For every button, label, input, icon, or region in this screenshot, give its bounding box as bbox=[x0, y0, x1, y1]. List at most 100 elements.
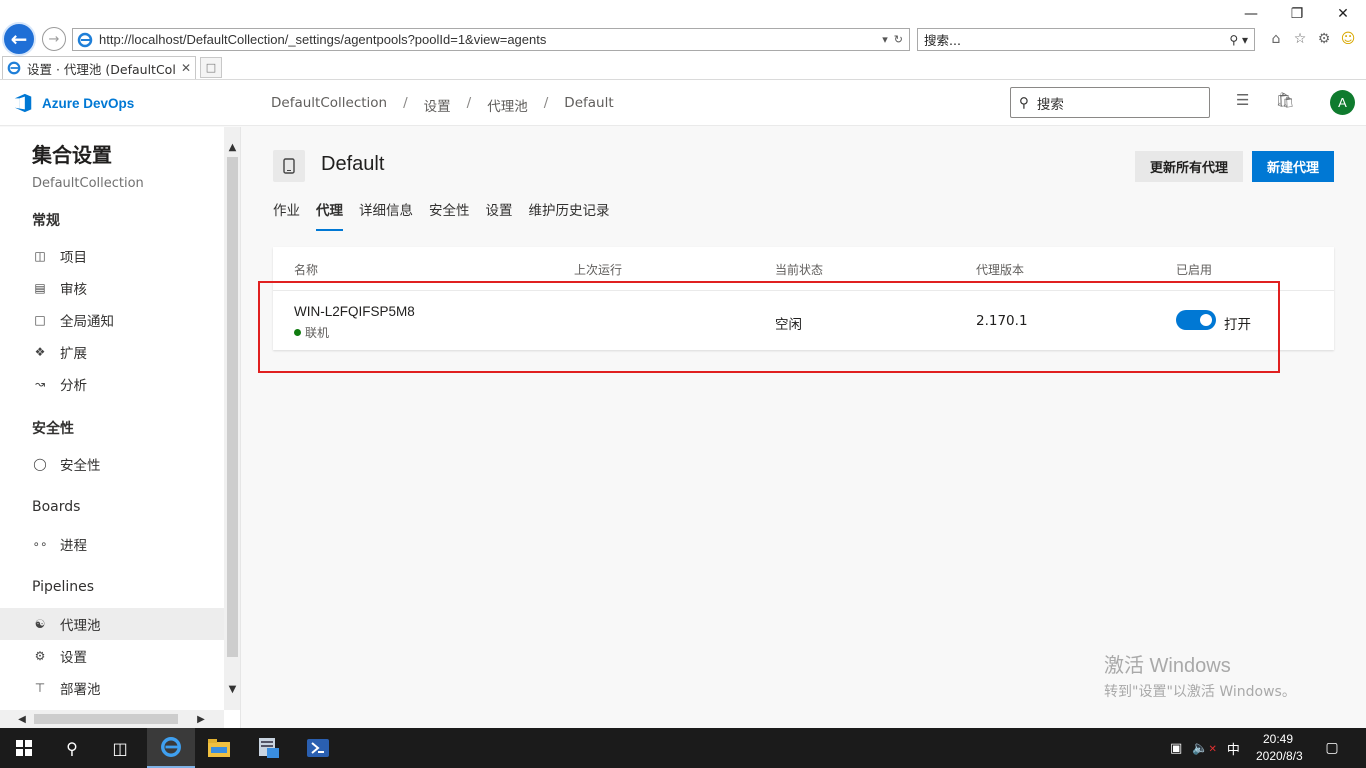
internet-explorer-icon[interactable] bbox=[147, 728, 195, 768]
sidebar-item-label: 设置 bbox=[60, 650, 87, 666]
ado-header: Azure DevOps DefaultCollection / 设置 / 代理… bbox=[0, 80, 1366, 126]
sidebar-item-label: 扩展 bbox=[60, 346, 87, 362]
start-button[interactable] bbox=[0, 728, 48, 768]
search-icon[interactable]: ⚲ ▾ bbox=[1229, 33, 1254, 47]
tab-settings[interactable]: 设置 bbox=[486, 199, 513, 231]
sidebar-item-security[interactable]: ◯ 安全性 bbox=[0, 448, 224, 480]
notifications-icon: □ bbox=[34, 313, 46, 327]
sidebar-vertical-scrollbar[interactable]: ▲ ▼ bbox=[224, 127, 240, 710]
page-title: Default bbox=[321, 153, 385, 175]
new-agent-button[interactable]: 新建代理 bbox=[1252, 151, 1334, 182]
agents-table: 名称 上次运行 当前状态 代理版本 已启用 WIN-L2FQIFSP5M8 联机… bbox=[273, 247, 1334, 350]
scroll-down-icon[interactable]: ▼ bbox=[226, 681, 239, 697]
agent-pool-icon bbox=[273, 150, 305, 182]
tab-details[interactable]: 详细信息 bbox=[359, 199, 413, 231]
extensions-icon: ❖ bbox=[34, 345, 46, 359]
restore-icon[interactable]: ❐ bbox=[1274, 0, 1320, 28]
url-text[interactable]: http://localhost/DefaultCollection/_sett… bbox=[99, 32, 882, 47]
network-icon[interactable]: ▣ bbox=[1170, 741, 1182, 756]
refresh-icon[interactable]: ↻ bbox=[894, 33, 903, 46]
scroll-up-icon[interactable]: ▲ bbox=[226, 139, 239, 155]
tab-close-icon[interactable]: ✕ bbox=[181, 61, 195, 75]
shopping-bag-icon[interactable]: 🛍 bbox=[1275, 91, 1294, 109]
browser-search-input[interactable]: 搜索... bbox=[924, 30, 1229, 49]
breadcrumb-item[interactable]: Default bbox=[564, 95, 613, 115]
new-tab-button[interactable]: □ bbox=[200, 57, 222, 78]
minimize-icon[interactable]: — bbox=[1228, 0, 1274, 28]
sidebar-horizontal-scrollbar[interactable]: ◀ ▶ bbox=[0, 710, 224, 728]
agent-current-status: 空闲 bbox=[775, 317, 802, 333]
browser-search-box[interactable]: 搜索... ⚲ ▾ bbox=[917, 28, 1255, 51]
sidebar-item-label: 分析 bbox=[60, 378, 87, 394]
projects-icon: ◫ bbox=[34, 249, 46, 263]
sidebar-item-settings[interactable]: ⚙ 设置 bbox=[0, 640, 224, 672]
dropdown-icon[interactable]: ▾ bbox=[882, 33, 888, 46]
online-status-dot-icon bbox=[294, 329, 301, 336]
sidebar-item-process[interactable]: ∘∘ 进程 bbox=[0, 528, 224, 560]
address-bar[interactable]: http://localhost/DefaultCollection/_sett… bbox=[72, 28, 910, 51]
sidebar-group-pipelines: Pipelines bbox=[32, 579, 95, 595]
column-header-agent-version[interactable]: 代理版本 bbox=[976, 261, 1024, 278]
agent-enabled-toggle[interactable] bbox=[1176, 310, 1216, 330]
tab-jobs[interactable]: 作业 bbox=[273, 199, 300, 231]
favorites-star-icon[interactable]: ☆ bbox=[1290, 29, 1310, 49]
column-header-name[interactable]: 名称 bbox=[294, 261, 318, 278]
sidebar-item-label: 进程 bbox=[60, 538, 87, 554]
tools-gear-icon[interactable]: ⚙ bbox=[1314, 29, 1334, 49]
agent-name[interactable]: WIN-L2FQIFSP5M8 bbox=[294, 304, 415, 319]
scrollbar-thumb[interactable] bbox=[34, 714, 178, 724]
avatar[interactable]: A bbox=[1330, 90, 1355, 115]
browser-tab[interactable]: 设置 · 代理池 (DefaultColl... ✕ bbox=[2, 56, 196, 79]
settings-list-icon[interactable]: ☰ bbox=[1236, 91, 1249, 109]
close-icon[interactable]: ✕ bbox=[1320, 0, 1366, 28]
logo-text: Azure DevOps bbox=[42, 95, 135, 111]
feedback-smiley-icon[interactable]: ☺ bbox=[1338, 29, 1358, 49]
windows-logo-icon bbox=[16, 740, 32, 756]
tab-agents[interactable]: 代理 bbox=[316, 199, 343, 231]
agent-pools-icon: ☯ bbox=[34, 617, 46, 631]
scroll-left-icon[interactable]: ◀ bbox=[14, 711, 30, 727]
sidebar-item-analytics[interactable]: ↝ 分析 bbox=[0, 368, 224, 400]
column-header-enabled[interactable]: 已启用 bbox=[1176, 261, 1212, 278]
scroll-right-icon[interactable]: ▶ bbox=[193, 711, 209, 727]
sidebar-item-notifications[interactable]: □ 全局通知 bbox=[0, 304, 224, 336]
column-header-last-run[interactable]: 上次运行 bbox=[574, 261, 622, 278]
taskbar: ⚲ ◫ ▣ 🔈✕ 中 20:49 2020/8/3 ▢ bbox=[0, 728, 1366, 768]
ime-indicator[interactable]: 中 bbox=[1227, 739, 1240, 758]
search-icon: ⚲ bbox=[1019, 94, 1029, 111]
sidebar-item-audit[interactable]: ▤ 审核 bbox=[0, 272, 224, 304]
scrollbar-thumb[interactable] bbox=[227, 157, 238, 657]
sidebar-item-deployment-pools[interactable]: ⊤ 部署池 bbox=[0, 672, 224, 704]
sidebar-item-agent-pools[interactable]: ☯ 代理池 bbox=[0, 608, 224, 640]
forward-button[interactable]: → bbox=[42, 27, 66, 51]
sidebar-item-projects[interactable]: ◫ 项目 bbox=[0, 240, 224, 272]
powershell-icon[interactable] bbox=[294, 728, 342, 768]
tab-security[interactable]: 安全性 bbox=[429, 199, 470, 231]
sidebar-item-label: 部署池 bbox=[60, 682, 101, 698]
pool-tabs: 作业 代理 详细信息 安全性 设置 维护历史记录 bbox=[273, 199, 610, 231]
update-all-agents-button[interactable]: 更新所有代理 bbox=[1135, 151, 1243, 182]
analytics-icon: ↝ bbox=[34, 377, 46, 391]
back-button[interactable]: ← bbox=[2, 22, 36, 56]
volume-muted-icon[interactable]: 🔈✕ bbox=[1192, 741, 1217, 756]
breadcrumb-item[interactable]: 代理池 bbox=[487, 95, 528, 115]
breadcrumb-item[interactable]: DefaultCollection bbox=[271, 95, 387, 115]
task-view-icon[interactable]: ◫ bbox=[96, 728, 144, 768]
header-search-input[interactable]: 搜索 bbox=[1037, 93, 1064, 113]
home-icon[interactable]: ⌂ bbox=[1266, 29, 1286, 49]
taskbar-clock[interactable]: 20:49 2020/8/3 bbox=[1256, 731, 1303, 765]
tab-maintenance-history[interactable]: 维护历史记录 bbox=[529, 199, 610, 231]
column-header-current-status[interactable]: 当前状态 bbox=[775, 261, 823, 278]
azure-devops-logo[interactable]: Azure DevOps bbox=[12, 92, 134, 114]
server-manager-icon[interactable] bbox=[244, 728, 292, 768]
notification-center-icon[interactable]: ▢ bbox=[1322, 738, 1342, 758]
taskbar-search-icon[interactable]: ⚲ bbox=[48, 728, 96, 768]
breadcrumb-item[interactable]: 设置 bbox=[424, 95, 451, 115]
windows-activation-watermark: 激活 Windows 转到"设置"以激活 Windows。 bbox=[1104, 649, 1296, 701]
header-search-box[interactable]: ⚲ 搜索 bbox=[1010, 87, 1210, 118]
file-explorer-icon[interactable] bbox=[195, 728, 243, 768]
gear-icon: ⚙ bbox=[34, 649, 46, 663]
online-status-text: 联机 bbox=[305, 326, 330, 340]
sidebar-item-extensions[interactable]: ❖ 扩展 bbox=[0, 336, 224, 368]
breadcrumb-separator: / bbox=[466, 95, 472, 111]
